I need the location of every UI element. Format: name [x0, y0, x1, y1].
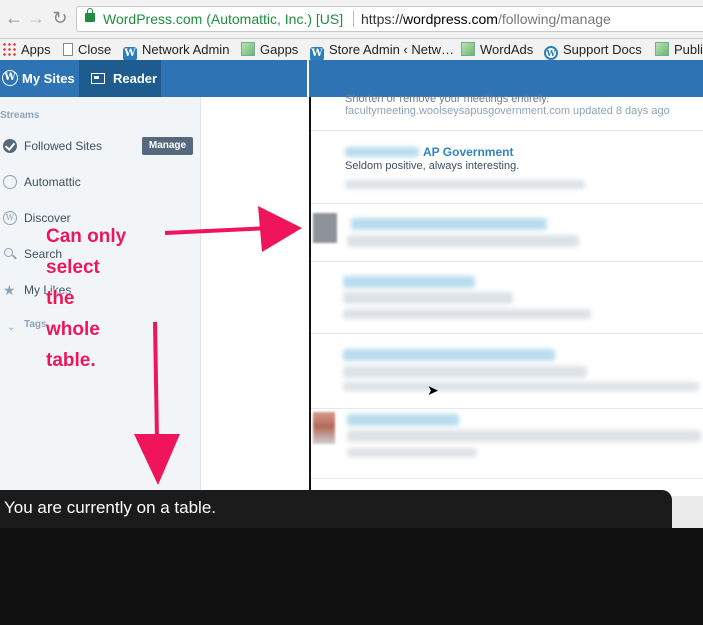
screen-reader-caption: You are currently on a table. [4, 498, 217, 517]
background-edge [672, 496, 703, 530]
annotation-arrowhead-right [258, 206, 302, 252]
annotation-arrow-right [164, 226, 271, 235]
screen-reader-caption-panel: You are currently on a table. [0, 490, 672, 530]
annotation-arrow-down [153, 321, 159, 441]
annotation-arrowhead-down [134, 434, 180, 485]
screen-reader-panel-base [0, 528, 703, 625]
